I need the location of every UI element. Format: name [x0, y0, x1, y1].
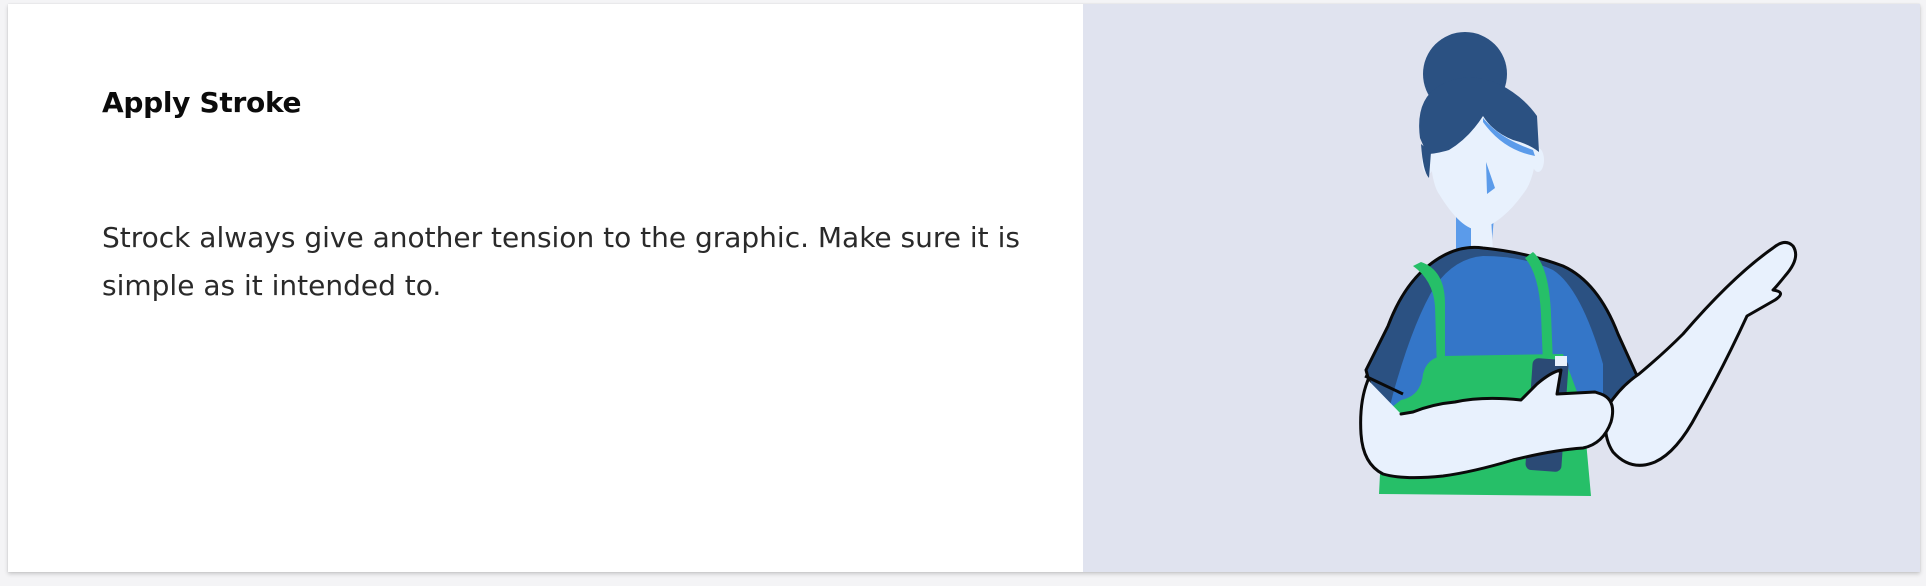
text-panel: Apply Stroke Strock always give another …: [8, 4, 1083, 572]
section-title: Apply Stroke: [102, 86, 302, 119]
illustration-panel: [1083, 4, 1920, 572]
woman-waving-illustration: [1359, 32, 1798, 496]
section-description: Strock always give another tension to th…: [102, 221, 1020, 302]
content-card: Apply Stroke Strock always give another …: [8, 4, 1920, 572]
waving-arm: [1603, 241, 1798, 467]
phone-tip: [1555, 356, 1567, 366]
right-ear: [1532, 148, 1544, 172]
